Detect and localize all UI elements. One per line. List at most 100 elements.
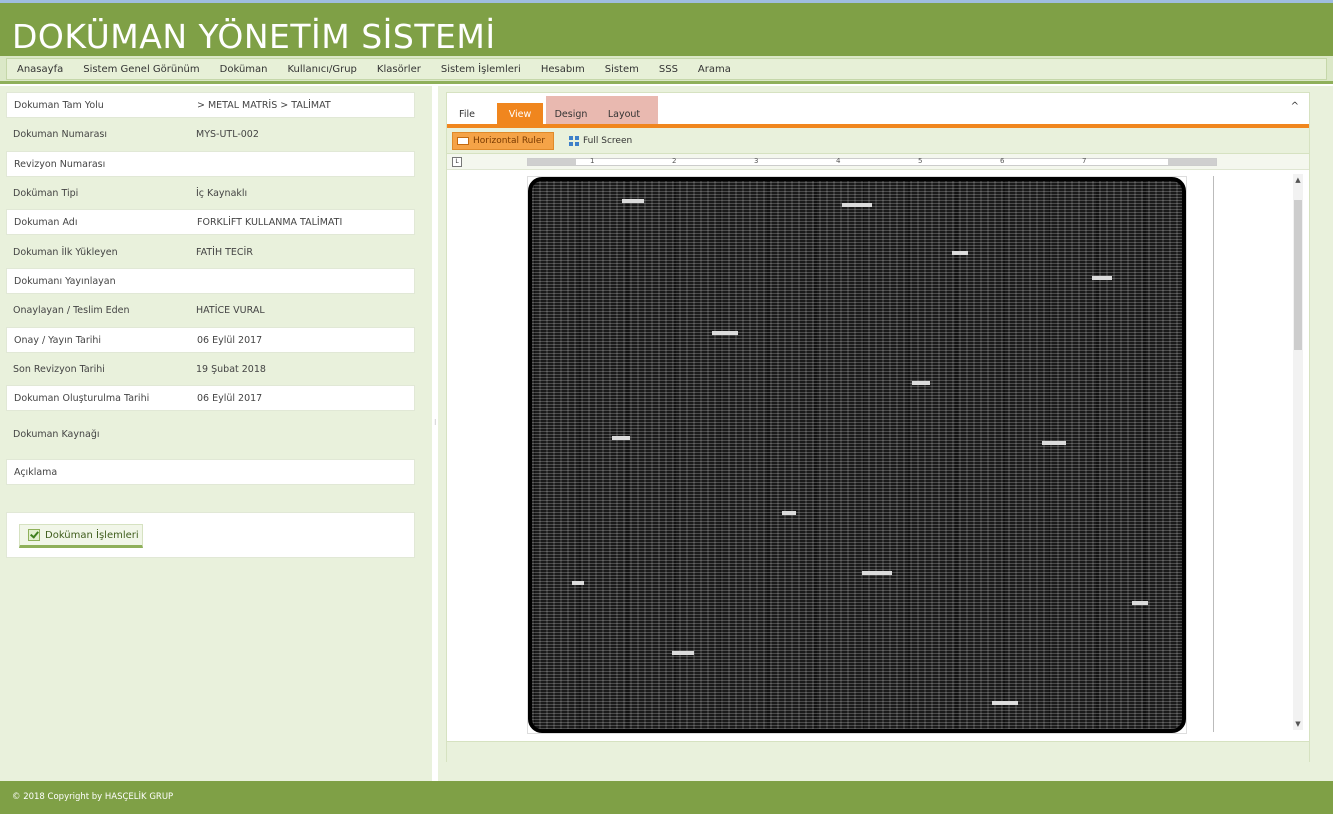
scroll-thumb[interactable] [1294,200,1302,350]
detail-label: Dokuman Oluşturulma Tarihi [14,392,150,404]
detail-label: Onay / Yayın Tarihi [14,334,102,346]
detail-label: Dokuman Numarası [13,128,107,140]
main-menu: Anasayfa Sistem Genel Görünüm Doküman Kulla… [0,56,1333,84]
document-operations-label: Doküman İşlemleri [45,529,139,541]
menu-item[interactable]: Arama [688,59,741,79]
detail-row: Dokuman Tam Yolu > METAL MATRİS > TALİMAT [6,92,415,118]
detail-label: Son Revizyon Tarihi [13,363,105,375]
detail-row: Dokuman Numarası MYS-UTL-002 [6,121,415,147]
ruler-number: 4 [836,157,841,165]
detail-row: Dokuman Kaynağı [6,415,415,453]
image-noise-mark [912,381,930,385]
menu-item[interactable]: Sistem İşlemleri [431,59,531,79]
operations-box: Doküman İşlemleri [6,512,415,558]
document-operations-button[interactable]: Doküman İşlemleri [19,524,143,548]
ruler-icon [457,137,469,145]
detail-label: Doküman Tipi [13,187,79,199]
image-noise-mark [862,571,892,575]
menu-item[interactable]: Sistem Genel Görünüm [73,59,209,79]
ribbon-tabs: File View Design Layout ^ [447,93,1309,128]
image-noise-mark [782,511,796,515]
menu-items: Anasayfa Sistem Genel Görünüm Doküman Kulla… [6,58,1327,80]
horizontal-ruler-button[interactable]: Horizontal Ruler [452,132,554,150]
ruler-number: 3 [754,157,759,165]
ruler-number: 2 [672,157,677,165]
detail-label: Dokuman İlk Yükleyen [13,246,118,258]
app-header: DOKÜMAN YÖNETİM SİSTEMİ [0,0,1333,56]
detail-value: 06 Eylül 2017 [197,392,263,404]
scroll-down-icon[interactable]: ▼ [1293,720,1303,728]
copyright-text: © 2018 Copyright by HASÇELİK GRUP [12,792,174,802]
detail-row: Açıklama [6,459,415,485]
vertical-scrollbar[interactable]: ▲ ▼ [1293,174,1303,730]
tab-view[interactable]: View [497,103,543,125]
full-screen-label: Full Screen [583,136,633,146]
document-viewer: File View Design Layout ^ Horizontal Rul… [446,92,1310,762]
detail-value: > METAL MATRİS > TALİMAT [197,99,331,111]
image-noise-mark [672,651,694,655]
ribbon-body: Horizontal Ruler Full Screen [447,128,1309,154]
menu-item[interactable]: Hesabım [531,59,595,79]
viewer-status-bar [447,741,1309,762]
scroll-up-icon[interactable]: ▲ [1293,176,1303,184]
menu-item[interactable]: Kullanıcı/Grup [278,59,367,79]
main-area: Doküman İşlemleri Dokuman Tam Yolu > META… [0,86,1333,781]
detail-row: Son Revizyon Tarihi 19 Şubat 2018 [6,356,415,382]
ruler-number: 6 [1000,157,1005,165]
image-noise-mark [1132,601,1148,605]
horizontal-ruler: L 1 2 3 4 5 6 7 [447,154,1309,170]
menu-item[interactable]: Klasörler [367,59,431,79]
document-details-panel: Doküman İşlemleri Dokuman Tam Yolu > META… [6,92,415,775]
image-noise-mark [992,701,1018,705]
detail-value: FORKLİFT KULLANMA TALİMATI [197,216,343,228]
detail-row: Onay / Yayın Tarihi 06 Eylül 2017 [6,327,415,353]
document-area: ▲ ▼ [447,170,1309,735]
splitter-grip-icon: ⁝ [434,418,437,427]
panel-splitter[interactable]: ⁝ [432,86,438,781]
ribbon-collapse-button[interactable]: ^ [1291,101,1299,112]
menu-item[interactable]: Anasayfa [7,59,73,79]
full-screen-button[interactable]: Full Screen [565,132,645,150]
detail-row: Revizyon Numarası [6,151,415,177]
tab-stop-selector[interactable]: L [452,157,462,167]
image-noise-mark [712,331,738,335]
document-page [527,176,1187,734]
checkbox-icon [28,529,40,541]
detail-label: Açıklama [14,466,58,478]
detail-row: Doküman Tipi İç Kaynaklı [6,180,415,206]
detail-row: Onaylayan / Teslim Eden HATİCE VURAL [6,297,415,323]
detail-row: Dokuman Adı FORKLİFT KULLANMA TALİMATI [6,209,415,235]
detail-label: Dokumanı Yayınlayan [14,275,116,287]
ruler-number: 5 [918,157,923,165]
page-edge-line [1213,176,1214,732]
menu-item[interactable]: Sistem [595,59,649,79]
menu-item[interactable]: Doküman [210,59,278,79]
image-noise-mark [572,581,584,585]
tab-layout[interactable]: Layout [598,103,650,125]
detail-label: Dokuman Adı [14,216,78,228]
tab-file[interactable]: File [455,103,479,125]
image-noise-mark [622,199,644,203]
footer: © 2018 Copyright by HASÇELİK GRUP [0,781,1333,814]
menu-item[interactable]: SSS [649,59,688,79]
detail-value: MYS-UTL-002 [196,128,259,140]
ruler-right-margin [1168,159,1216,165]
app-title: DOKÜMAN YÖNETİM SİSTEMİ [12,17,496,56]
detail-label: Dokuman Kaynağı [13,428,100,440]
detail-row: Dokuman İlk Yükleyen FATİH TECİR [6,239,415,265]
detail-value: İç Kaynaklı [196,187,248,199]
ruler-number: 7 [1082,157,1087,165]
detail-label: Onaylayan / Teslim Eden [13,304,130,316]
ruler-strip[interactable]: 1 2 3 4 5 6 7 [527,157,1217,166]
image-noise-mark [612,436,630,440]
horizontal-ruler-label: Horizontal Ruler [473,136,546,146]
full-screen-icon [569,136,579,146]
detail-row: Dokumanı Yayınlayan [6,268,415,294]
detail-value: 06 Eylül 2017 [197,334,263,346]
tab-design[interactable]: Design [551,103,591,125]
ruler-left-margin [528,159,576,165]
image-noise-mark [1092,276,1112,280]
image-noise-mark [1042,441,1066,445]
image-noise-mark [842,203,872,207]
ruler-number: 1 [590,157,595,165]
